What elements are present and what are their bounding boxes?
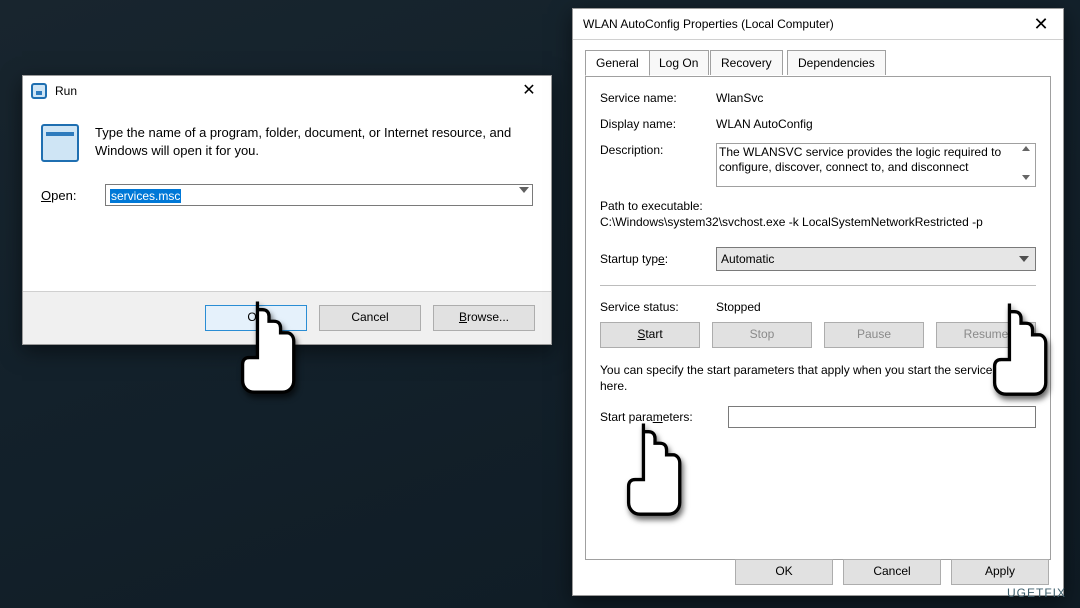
ok-button[interactable]: OK (735, 559, 833, 585)
scroll-down-icon[interactable] (1022, 175, 1030, 180)
description-scroll[interactable] (1019, 146, 1033, 180)
open-label: Open: (41, 188, 93, 203)
description-box[interactable]: The WLANSVC service provides the logic r… (716, 143, 1036, 187)
close-icon[interactable]: ✕ (1019, 9, 1063, 39)
tab-general[interactable]: General (585, 50, 650, 76)
ok-button[interactable]: OK (205, 305, 307, 331)
cancel-button[interactable]: Cancel (843, 559, 941, 585)
startup-type-label: Startup type: (600, 252, 716, 266)
tab-dependencies[interactable]: Dependencies (787, 50, 886, 75)
run-footer: OK Cancel Browse... (23, 291, 551, 344)
display-name-value: WLAN AutoConfig (716, 117, 1036, 131)
browse-button[interactable]: Browse... (433, 305, 535, 331)
service-name-value: WlanSvc (716, 91, 1036, 105)
run-dialog: Run ✕ Type the name of a program, folder… (22, 75, 552, 345)
tab-page-general: Service name: WlanSvc Display name: WLAN… (585, 76, 1051, 560)
service-name-label: Service name: (600, 91, 716, 105)
description-text: The WLANSVC service provides the logic r… (719, 145, 1001, 174)
props-title: WLAN AutoConfig Properties (Local Comput… (573, 17, 834, 31)
apply-button[interactable]: Apply (951, 559, 1049, 585)
startup-type-select[interactable]: Automatic (716, 247, 1036, 271)
run-icon (31, 83, 47, 99)
start-params-hint: You can specify the start parameters tha… (600, 362, 1036, 394)
path-label: Path to executable: (600, 199, 1036, 213)
watermark: UGETFIX (1007, 586, 1066, 600)
description-label: Description: (600, 143, 716, 157)
separator (600, 285, 1036, 286)
run-big-icon (41, 124, 79, 162)
service-properties-dialog: WLAN AutoConfig Properties (Local Comput… (572, 8, 1064, 596)
start-params-label: Start parameters: (600, 410, 728, 424)
tab-recovery[interactable]: Recovery (710, 50, 783, 75)
display-name-label: Display name: (600, 117, 716, 131)
stop-button: Stop (712, 322, 812, 348)
start-button[interactable]: Start (600, 322, 700, 348)
pause-button: Pause (824, 322, 924, 348)
startup-type-value: Automatic (721, 252, 774, 266)
props-titlebar[interactable]: WLAN AutoConfig Properties (Local Comput… (573, 9, 1063, 40)
path-value: C:\Windows\system32\svchost.exe -k Local… (600, 215, 1036, 229)
chevron-down-icon[interactable] (519, 187, 529, 193)
props-footer: OK Cancel Apply (573, 549, 1063, 595)
open-input-value[interactable]: services.msc (110, 189, 181, 203)
chevron-down-icon[interactable] (1019, 256, 1029, 262)
run-titlebar[interactable]: Run ✕ (23, 76, 551, 106)
start-params-input[interactable] (728, 406, 1036, 428)
scroll-up-icon[interactable] (1022, 146, 1030, 151)
cancel-button[interactable]: Cancel (319, 305, 421, 331)
run-message: Type the name of a program, folder, docu… (95, 124, 533, 159)
service-status-label: Service status: (600, 300, 716, 314)
close-icon[interactable]: ✕ (507, 76, 551, 106)
resume-button: Resume (936, 322, 1036, 348)
service-status-value: Stopped (716, 300, 1036, 314)
open-combo[interactable]: services.msc (105, 184, 533, 206)
tab-log-on[interactable]: Log On (648, 50, 709, 75)
tabstrip: General Log On Recovery Dependencies (585, 50, 1051, 76)
